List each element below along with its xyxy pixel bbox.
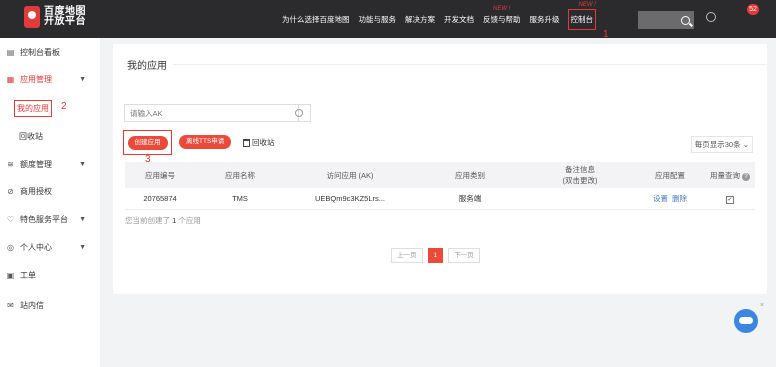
notification-badge[interactable]: 52 (747, 4, 759, 15)
sidebar-item-tickets[interactable]: ▣ 工单 (0, 265, 100, 285)
offline-tts-button[interactable]: 离线TTS申请 (179, 135, 232, 149)
pagination: 上一页 1 下一页 (391, 248, 480, 263)
cell-config: 设置 删除 (635, 193, 705, 204)
table-row: 20765874 TMS UEBQm9c3KZ5Lrs... 服务端 设置 删除… (125, 188, 755, 210)
chevron-down-icon: ⌄ (742, 140, 749, 149)
nav-features[interactable]: 功能与服务 (359, 14, 397, 25)
ak-search-button[interactable] (287, 104, 311, 122)
nav-why-baidu[interactable]: 为什么选择百度地图 (282, 14, 350, 25)
main-nav: 为什么选择百度地图 功能与服务 解决方案 开发文档 NEW ! 反馈与帮助 服务升… (282, 0, 604, 38)
sidebar: ▤ 控制台看板 ▦ 应用管理 ▼ 我的应用 2 回收站 ≋ 额度管理 ▼ ⊘ 商… (0, 38, 100, 367)
nav-service-upgrade[interactable]: 服务升级 (530, 14, 560, 25)
dashboard-icon: ▤ (6, 47, 15, 57)
quota-icon: ≋ (7, 159, 14, 169)
sidebar-item-feature-platform[interactable]: ♡ 特色服务平台 ▼ (0, 209, 100, 229)
col-usage: 用量查询? (705, 170, 755, 181)
shield-icon: ⊘ (7, 186, 14, 196)
table-header: 应用编号 应用名称 访问应用 (AK) 应用类别 备注信息 (双击更改) 应用配… (125, 162, 755, 188)
chevron-down-icon: ▼ (79, 215, 86, 223)
sidebar-item-messages[interactable]: ✉ 站内信 (0, 295, 100, 315)
app-count-text: 您当前创建了 1 个应用 (125, 216, 201, 225)
col-app-config: 应用配置 (655, 170, 685, 180)
new-tag: NEW ! (493, 5, 511, 12)
close-icon[interactable]: × (760, 302, 764, 309)
mail-icon: ✉ (7, 300, 14, 310)
cell-usage: ✓ (705, 194, 755, 204)
chevron-down-icon: ▼ (79, 75, 86, 83)
assistant-robot-icon[interactable] (734, 309, 758, 333)
cell-app-name: TMS (232, 194, 248, 203)
search-icon (294, 109, 303, 117)
ticket-icon: ▣ (6, 270, 15, 280)
usage-query-icon[interactable]: ✓ (726, 195, 734, 204)
sidebar-item-quota[interactable]: ≋ 额度管理 ▼ (0, 154, 100, 174)
search-icon (681, 15, 690, 25)
heart-icon: ♡ (6, 214, 15, 224)
logo-line2: 开放平台 (44, 16, 86, 27)
nav-console[interactable]: NEW ! 控制台 (567, 2, 596, 30)
sidebar-item-my-apps[interactable]: 我的应用 (14, 100, 52, 117)
help-icon[interactable]: ? (742, 172, 750, 181)
chevron-down-icon: ▼ (79, 160, 86, 168)
sidebar-item-dashboard[interactable]: ▤ 控制台看板 (0, 42, 100, 62)
settings-link[interactable]: 设置 (653, 194, 668, 203)
cell-app-type: 服务端 (458, 194, 482, 203)
ak-search-input[interactable] (124, 104, 299, 122)
user-menu[interactable] (706, 12, 716, 22)
annotation-2: 2 (61, 101, 67, 112)
apps-icon: ▦ (6, 74, 15, 84)
nav-dev-docs[interactable]: 开发文档 (444, 14, 474, 25)
divider (173, 64, 767, 65)
sidebar-item-personal-center[interactable]: ◎ 个人中心 ▼ (0, 237, 100, 257)
cell-ak: UEBQm9c3KZ5Lrs... (314, 194, 386, 203)
annotation-1: 1 (603, 29, 609, 40)
page-1-button[interactable]: 1 (427, 248, 444, 263)
col-app-id: 应用编号 (145, 170, 175, 180)
create-app-highlight: 创建应用 (123, 130, 172, 155)
col-remark: 备注信息 (双击更改) (562, 165, 598, 185)
recycle-bin-link[interactable]: 回收站 (243, 137, 275, 148)
new-tag: NEW ! (578, 1, 596, 8)
baidu-map-logo[interactable]: 百度地图 开放平台 (24, 6, 86, 28)
col-app-name: 应用名称 (225, 170, 255, 180)
apps-table: 应用编号 应用名称 访问应用 (AK) 应用类别 备注信息 (双击更改) 应用配… (125, 162, 755, 210)
sidebar-item-app-management[interactable]: ▦ 应用管理 ▼ (0, 69, 100, 89)
nav-solutions[interactable]: 解决方案 (405, 14, 435, 25)
user-icon: ◎ (7, 242, 14, 252)
per-page-select[interactable]: 每页显示30条 ⌄ (690, 136, 753, 153)
top-navbar: 百度地图 开放平台 为什么选择百度地图 功能与服务 解决方案 开发文档 NEW … (0, 0, 776, 38)
page-title: 我的应用 (127, 61, 167, 72)
nav-feedback[interactable]: NEW ! 反馈与帮助 (483, 6, 521, 25)
create-app-button[interactable]: 创建应用 (127, 135, 168, 150)
global-search[interactable] (638, 11, 694, 29)
col-ak: 访问应用 (AK) (326, 170, 374, 180)
trash-icon (243, 138, 250, 147)
sidebar-item-recycle-bin[interactable]: 回收站 (19, 131, 43, 142)
sidebar-item-commercial-license[interactable]: ⊘ 商用授权 (0, 181, 100, 201)
baidu-paw-icon (24, 6, 40, 28)
chevron-down-icon: ▼ (79, 243, 86, 251)
user-icon (706, 12, 716, 22)
my-apps-panel: 我的应用 创建应用 3 离线TTS申请 回收站 每页显示30条 ⌄ 应用编号 应… (113, 44, 767, 294)
delete-link[interactable]: 删除 (672, 194, 687, 203)
prev-page-button[interactable]: 上一页 (391, 248, 423, 263)
col-app-type: 应用类别 (455, 170, 485, 180)
next-page-button[interactable]: 下一页 (448, 248, 480, 263)
cell-app-id: 20765874 (143, 194, 177, 203)
